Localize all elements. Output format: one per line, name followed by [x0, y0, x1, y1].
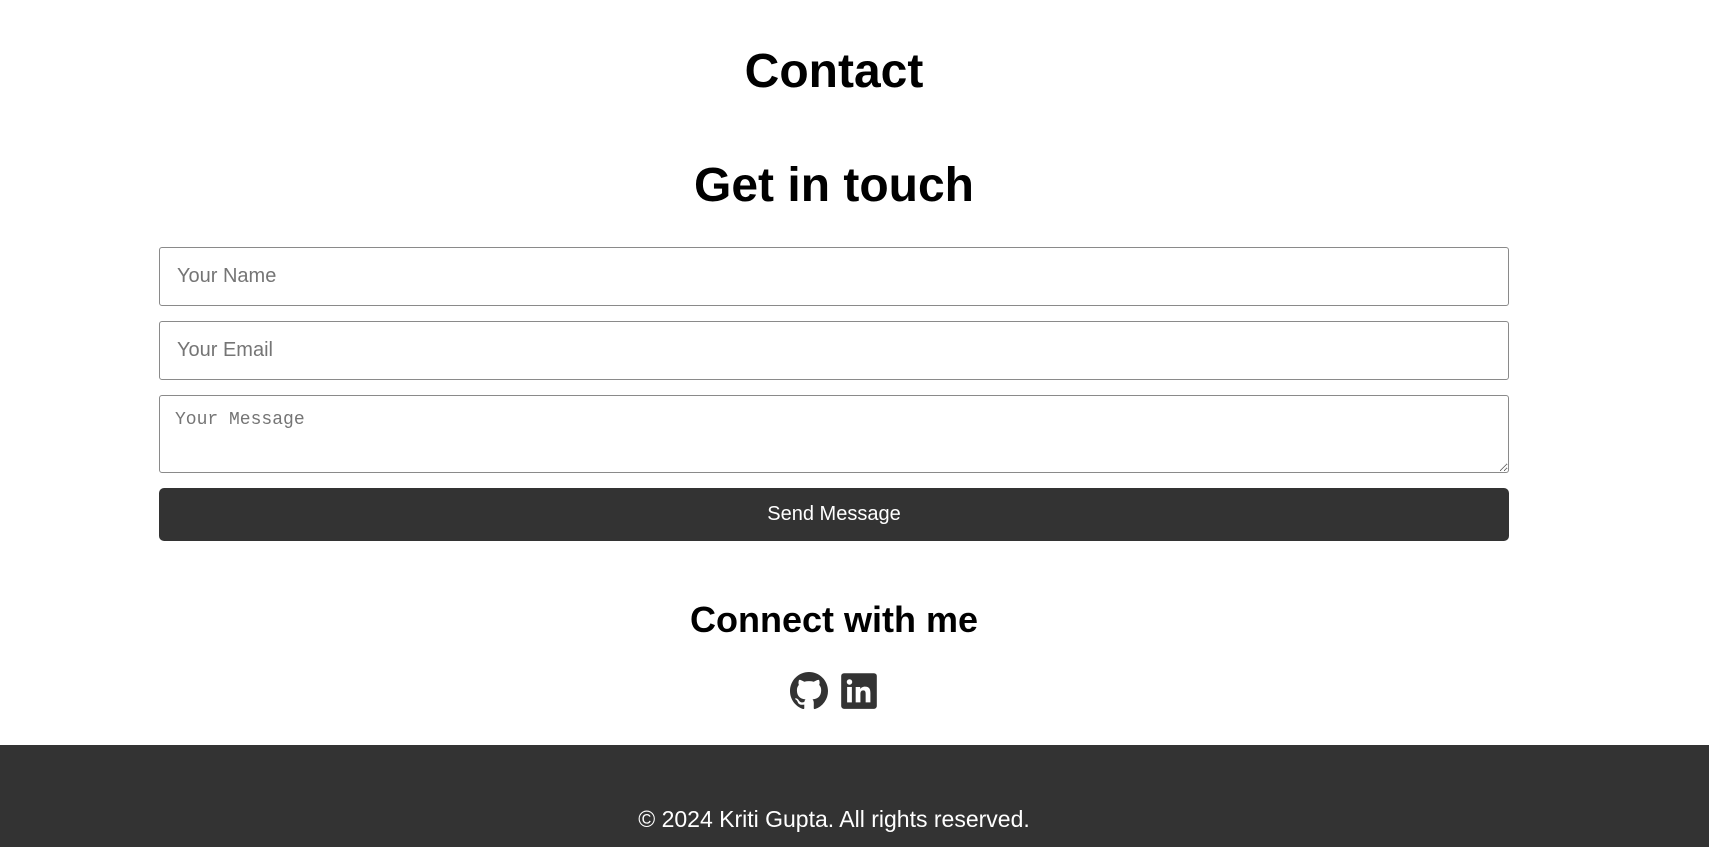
page-title: Contact: [744, 45, 924, 98]
footer: © 2024 Kriti Gupta. All rights reserved.: [0, 745, 1709, 847]
connect-title: Connect with me: [689, 599, 979, 640]
copyright-text: © 2024 Kriti Gupta. All rights reserved.: [638, 806, 1030, 832]
github-link[interactable]: [790, 672, 828, 710]
github-icon: [790, 672, 828, 710]
send-message-button[interactable]: Send Message: [159, 488, 1509, 541]
contact-page: Contact Get in touch Send Message Connec…: [0, 0, 1709, 847]
message-textarea[interactable]: [159, 395, 1509, 473]
linkedin-link[interactable]: [840, 672, 878, 710]
contact-form-title: Get in touch: [694, 159, 974, 212]
social-links: [0, 672, 1668, 712]
name-input[interactable]: [159, 247, 1509, 306]
linkedin-icon: [841, 673, 877, 709]
email-input[interactable]: [159, 321, 1509, 380]
